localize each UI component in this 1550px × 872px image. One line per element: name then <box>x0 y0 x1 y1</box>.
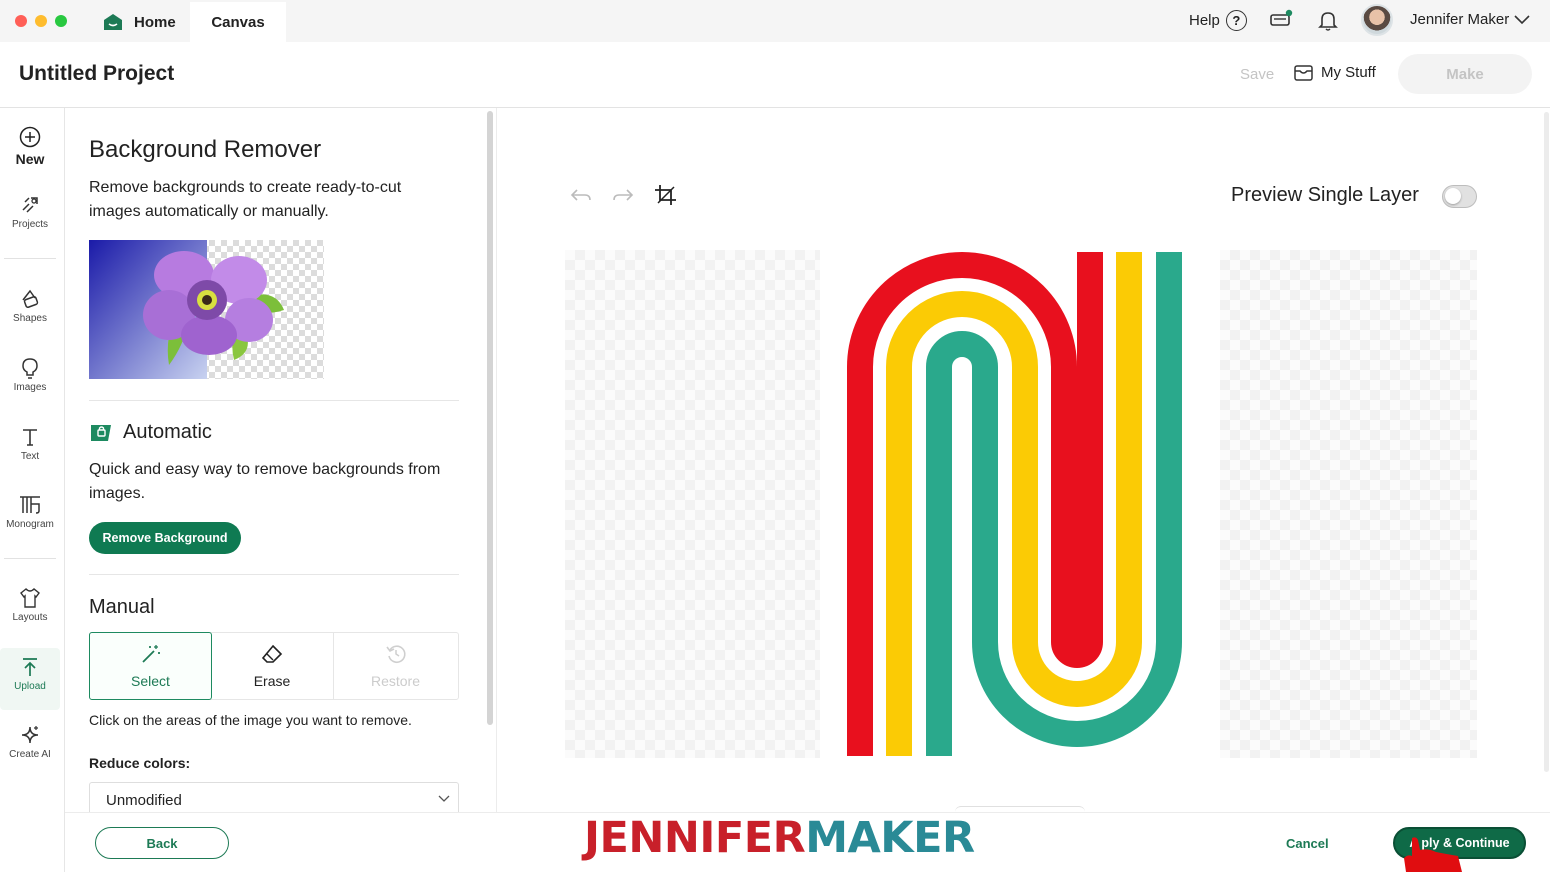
automatic-title: Automatic <box>123 421 212 443</box>
preview-single-layer-label: Preview Single Layer <box>1231 184 1419 206</box>
projects-icon <box>22 197 38 213</box>
nav-item-label: Images <box>13 382 47 393</box>
canvas-scrollbar[interactable] <box>1544 112 1549 772</box>
nav-item-images[interactable]: Images <box>0 357 60 393</box>
window-minimize-button[interactable] <box>35 15 47 27</box>
question-icon: ? <box>1225 10 1247 31</box>
title-bar: Home Canvas Help ? Jennifer Maker <box>0 0 1550 42</box>
plus-circle-icon <box>19 126 41 148</box>
pointer-hand-icon <box>1404 837 1462 872</box>
automatic-header: Automatic <box>89 421 212 444</box>
nav-item-label: Monogram <box>6 519 54 530</box>
transparent-background-right <box>1220 250 1477 758</box>
window-maximize-button[interactable] <box>55 15 67 27</box>
select-mode-label: Select <box>131 673 170 689</box>
my-stuff-label: My Stuff <box>1321 64 1376 81</box>
nav-item-text[interactable]: Text <box>0 426 60 462</box>
chevron-down-icon[interactable] <box>1514 14 1530 26</box>
nav-item-label: Layouts <box>12 612 48 623</box>
home-icon <box>104 14 122 30</box>
nav-item-new[interactable]: New <box>0 126 60 167</box>
nav-item-layouts[interactable]: Layouts <box>0 587 60 623</box>
text-icon <box>23 429 37 446</box>
upload-icon <box>23 658 37 676</box>
cancel-button[interactable]: Cancel <box>1286 836 1329 851</box>
undo-icon[interactable] <box>569 184 593 206</box>
manual-hint: Click on the areas of the image you want… <box>89 712 412 728</box>
example-thumbnail <box>89 240 324 379</box>
nav-item-label: Create AI <box>9 749 51 760</box>
erase-mode-button[interactable]: Erase <box>211 633 334 699</box>
automatic-icon <box>91 424 111 441</box>
manual-mode-group: Select Erase Restore <box>89 632 459 700</box>
machine-icon[interactable] <box>1269 9 1293 29</box>
crop-icon[interactable] <box>654 184 678 206</box>
tab-canvas-label: Canvas <box>211 13 265 31</box>
chevron-down-icon <box>438 795 450 802</box>
tab-home-label: Home <box>134 13 176 31</box>
automatic-description: Quick and easy way to remove backgrounds… <box>89 461 441 502</box>
flower-example-image <box>89 240 324 379</box>
nav-item-label: Projects <box>11 219 49 230</box>
erase-mode-label: Erase <box>253 673 291 689</box>
tab-home[interactable]: Home <box>100 2 180 42</box>
make-button[interactable]: Make <box>1398 54 1532 94</box>
brand-part-1: JENNIFER <box>584 813 806 863</box>
inbox-icon <box>1294 64 1313 81</box>
restore-mode-button[interactable]: Restore <box>334 633 457 699</box>
nav-divider <box>4 258 56 259</box>
eraser-icon <box>261 644 283 663</box>
section-divider <box>89 574 459 575</box>
project-title[interactable]: Untitled Project <box>19 62 174 86</box>
sparkle-icon <box>21 726 39 744</box>
bell-icon[interactable] <box>1318 10 1338 32</box>
project-bar: Untitled Project Save My Stuff Make <box>0 42 1550 108</box>
help-button[interactable]: Help ? <box>1189 10 1247 31</box>
background-remover-panel: Background Remover Remove backgrounds to… <box>65 108 497 812</box>
my-stuff-button[interactable]: My Stuff <box>1294 64 1376 81</box>
brand-watermark: JENNIFERMAKER <box>584 813 975 863</box>
nav-item-label: New <box>15 151 45 167</box>
shapes-icon <box>22 289 39 308</box>
window-close-button[interactable] <box>15 15 27 27</box>
transparent-background-left <box>565 250 820 758</box>
reduce-colors-label: Reduce colors: <box>89 755 191 771</box>
brand-part-2: MAKER <box>805 813 975 863</box>
restore-mode-label: Restore <box>370 673 421 689</box>
save-button[interactable]: Save <box>1240 66 1274 83</box>
user-name[interactable]: Jennifer Maker <box>1410 11 1509 28</box>
shirt-icon <box>20 588 40 608</box>
nav-item-projects[interactable]: Projects <box>0 194 60 230</box>
help-label: Help <box>1189 12 1220 29</box>
tab-canvas[interactable]: Canvas <box>190 2 286 42</box>
restore-icon <box>385 645 406 663</box>
monogram-icon <box>20 496 40 514</box>
nav-item-label: Upload <box>14 681 46 692</box>
reduce-colors-select[interactable]: Unmodified <box>89 782 459 812</box>
panel-scrollbar[interactable] <box>487 111 493 725</box>
select-mode-button[interactable]: Select <box>89 632 212 700</box>
nav-item-create-ai[interactable]: Create AI <box>0 724 60 760</box>
manual-title: Manual <box>89 596 155 618</box>
panel-description: Remove backgrounds to create ready-to-cu… <box>89 179 402 220</box>
nav-item-label: Shapes <box>13 313 47 324</box>
reduce-colors-value: Unmodified <box>106 792 182 809</box>
panel-title: Background Remover <box>89 136 322 163</box>
nav-divider <box>4 558 56 559</box>
nav-item-monogram[interactable]: Monogram <box>0 494 60 530</box>
back-button[interactable]: Back <box>95 827 229 859</box>
rainbow-letter-artwork[interactable] <box>847 252 1197 758</box>
nav-item-shapes[interactable]: Shapes <box>0 288 60 324</box>
redo-icon[interactable] <box>611 184 635 206</box>
remove-background-button[interactable]: Remove Background <box>89 522 241 554</box>
magic-wand-icon <box>141 645 160 663</box>
nav-item-upload[interactable]: Upload <box>0 648 60 710</box>
preview-single-layer-toggle[interactable] <box>1442 185 1477 208</box>
lightbulb-icon <box>22 358 38 379</box>
section-divider <box>89 400 459 401</box>
avatar[interactable] <box>1361 4 1393 36</box>
nav-item-label: Text <box>20 451 40 462</box>
left-nav: New Projects Shapes Images Text Monogram… <box>0 108 65 872</box>
